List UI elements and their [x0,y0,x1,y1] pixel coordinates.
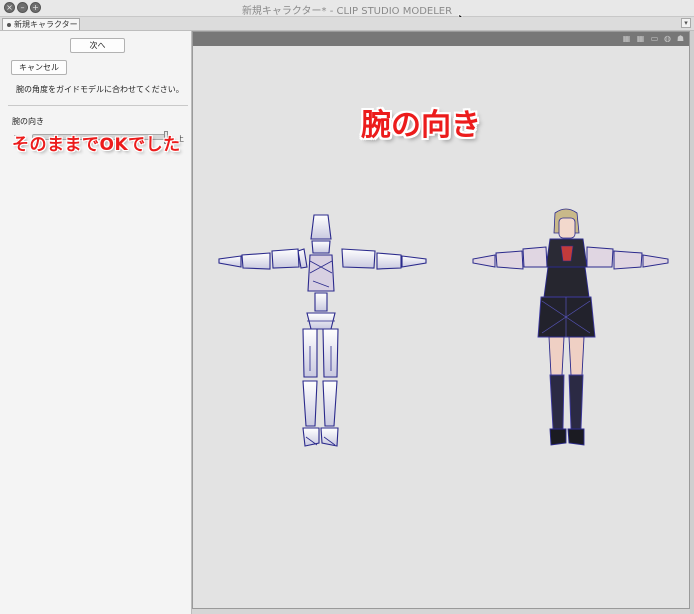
arm-direction-label: 腕の向き [12,117,44,126]
window-edge-bottom [192,609,690,614]
app-window: × – + 新規キャラクター* - CLIP STUDIO MODELER 新規… [0,0,694,614]
annotation-heading: 腕の向き [361,108,481,143]
instruction-text: 腕の角度をガイドモデルに合わせてください。 [16,85,184,94]
title-bar: × – + 新規キャラクター* - CLIP STUDIO MODELER [0,0,694,25]
tab-list-dropdown[interactable]: ▾ [681,18,691,28]
chevron-down-icon: ▾ [684,19,688,27]
guide-panel: 次へ キャンセル 腕の角度をガイドモデルに合わせてください。 腕の向き 下 上 [0,31,192,614]
tab-modified-dot [7,23,11,27]
window-edge-right [690,31,694,614]
annotation-note: そのままでOKでした [12,135,181,155]
panel-divider [8,105,188,106]
next-button[interactable]: 次へ [70,38,125,53]
guide-wireframe-model [218,214,427,447]
tab-new-character[interactable]: 新規キャラクター* [2,18,80,40]
document-tab-bar: 新規キャラクター* ▾ [0,17,694,40]
character-model [472,208,669,446]
cancel-button[interactable]: キャンセル [11,60,67,75]
window-title: 新規キャラクター* - CLIP STUDIO MODELER [241,6,453,17]
